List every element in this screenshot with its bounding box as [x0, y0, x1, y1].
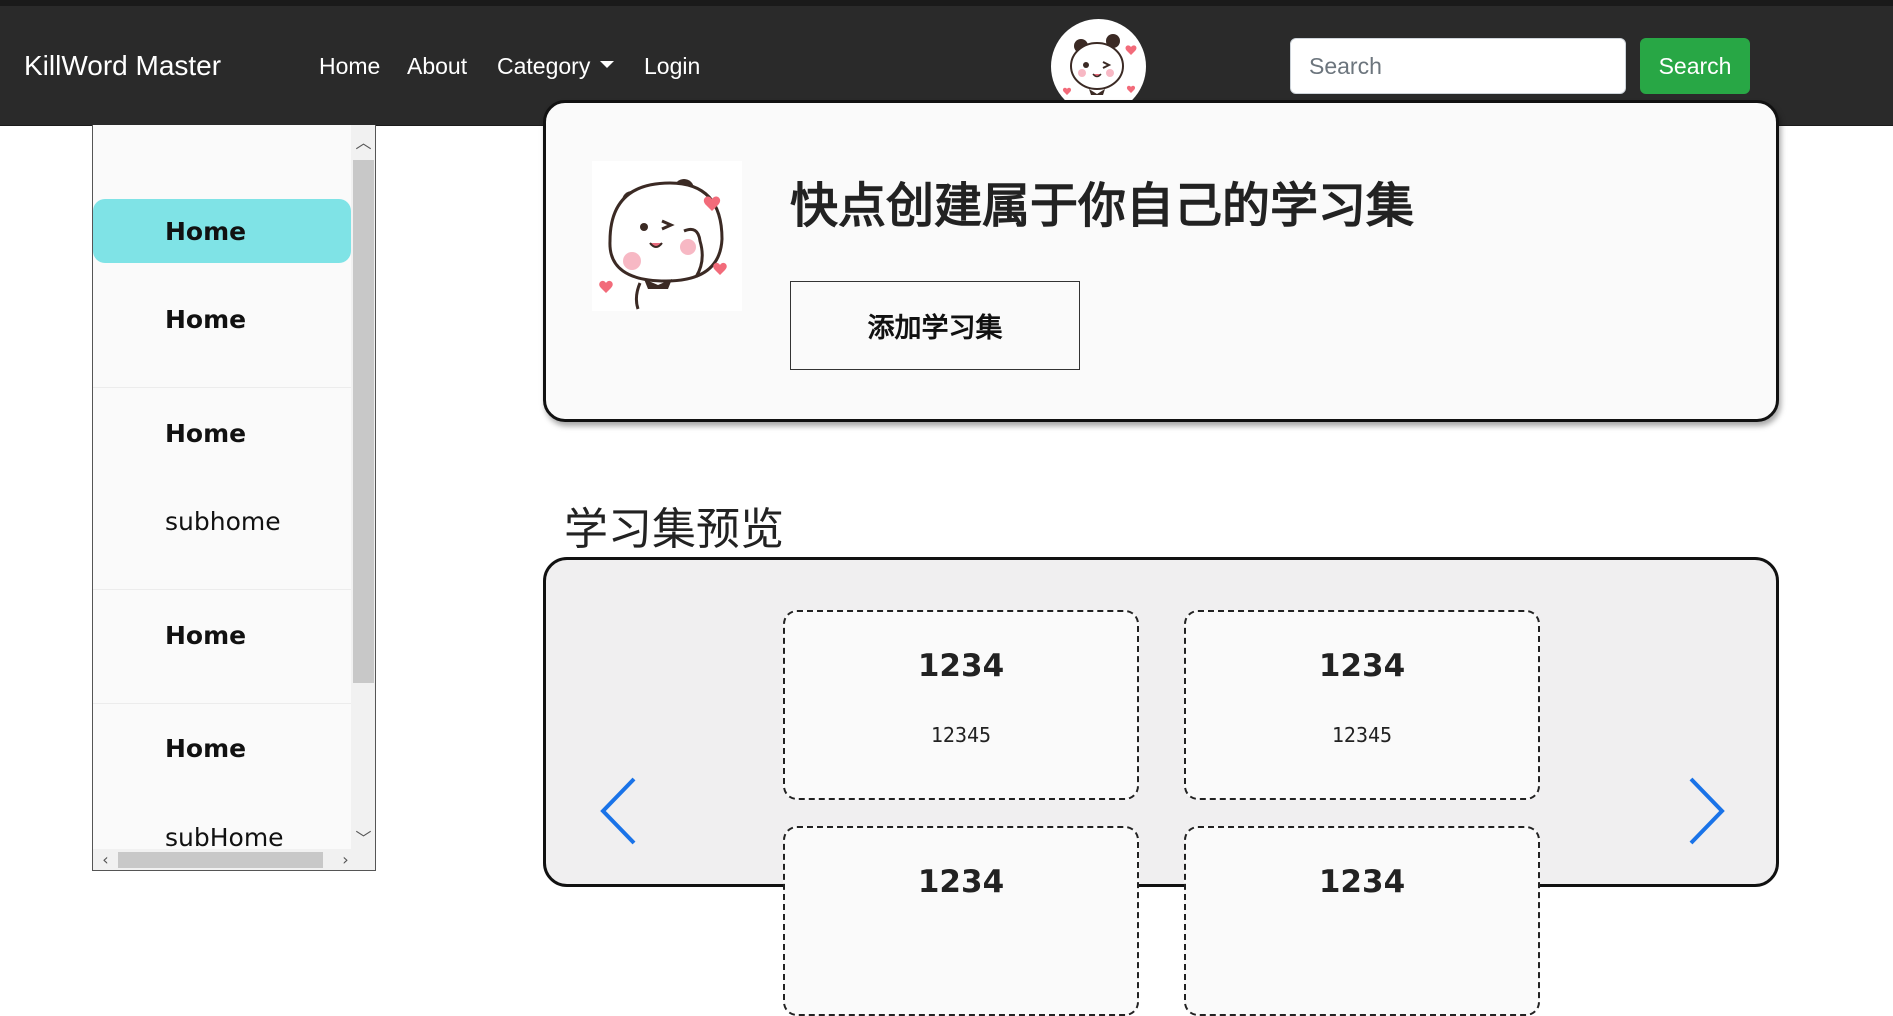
sidebar-item-home-active[interactable]: Home	[93, 199, 351, 263]
study-set-card[interactable]: 1234 12345	[1184, 610, 1540, 800]
sidebar-horizontal-scrollbar[interactable]: ‹ ›	[93, 849, 375, 870]
nav-home[interactable]: Home	[319, 53, 380, 80]
study-set-title: 1234	[917, 648, 1005, 684]
sidebar: Home Home Home subhome Home Home subHome…	[92, 125, 376, 871]
caret-down-icon	[600, 61, 615, 69]
scroll-right-icon[interactable]: ›	[333, 850, 358, 869]
study-set-card[interactable]: 1234 12345	[783, 610, 1139, 800]
study-set-title: 1234	[1318, 648, 1406, 684]
chevron-left-icon[interactable]	[598, 776, 638, 850]
study-set-subtitle: 12345	[930, 723, 992, 747]
sidebar-divider	[93, 387, 351, 388]
study-set-title: 1234	[917, 864, 1005, 900]
study-set-preview-carousel: 1234 12345 1234 12345 1234 1234	[543, 557, 1779, 1016]
sidebar-divider	[93, 703, 351, 704]
search-button[interactable]: Search	[1640, 38, 1750, 94]
study-set-title: 1234	[1318, 864, 1406, 900]
nav-category-label: Category	[497, 53, 591, 79]
study-set-subtitle: 12345	[1331, 723, 1393, 747]
scroll-left-icon[interactable]: ‹	[93, 850, 118, 869]
sidebar-item-home[interactable]: Home	[93, 603, 351, 667]
hero-title: 快点创建属于你自己的学习集	[790, 178, 1415, 234]
brand-logo[interactable]: KillWord Master	[24, 50, 221, 82]
sidebar-divider	[93, 589, 351, 590]
sidebar-vertical-scrollbar[interactable]: ︿ ﹀	[351, 125, 375, 849]
sidebar-item-home[interactable]: Home	[93, 401, 351, 465]
panda-illustration-icon	[592, 161, 742, 311]
scroll-down-icon[interactable]: ﹀	[351, 825, 375, 849]
horizontal-scroll-thumb[interactable]	[118, 852, 323, 868]
study-set-card[interactable]: 1234	[1184, 826, 1540, 1016]
add-study-set-button[interactable]: 添加学习集	[790, 281, 1080, 370]
scroll-up-icon[interactable]: ︿	[351, 129, 375, 153]
sidebar-item-subhome[interactable]: subhome	[93, 489, 351, 553]
vertical-scroll-thumb[interactable]	[353, 160, 374, 683]
sidebar-item-home[interactable]: Home	[93, 716, 351, 780]
chevron-right-icon[interactable]	[1687, 776, 1727, 850]
nav-category-dropdown[interactable]: Category	[497, 53, 615, 80]
nav-login[interactable]: Login	[644, 53, 700, 80]
search-input[interactable]	[1290, 38, 1626, 94]
preview-section-title: 学习集预览	[564, 504, 784, 555]
study-set-card[interactable]: 1234	[783, 826, 1139, 1016]
nav-about[interactable]: About	[407, 53, 467, 80]
sidebar-item-home[interactable]: Home	[93, 287, 351, 351]
create-set-card: 快点创建属于你自己的学习集 添加学习集	[543, 100, 1779, 422]
